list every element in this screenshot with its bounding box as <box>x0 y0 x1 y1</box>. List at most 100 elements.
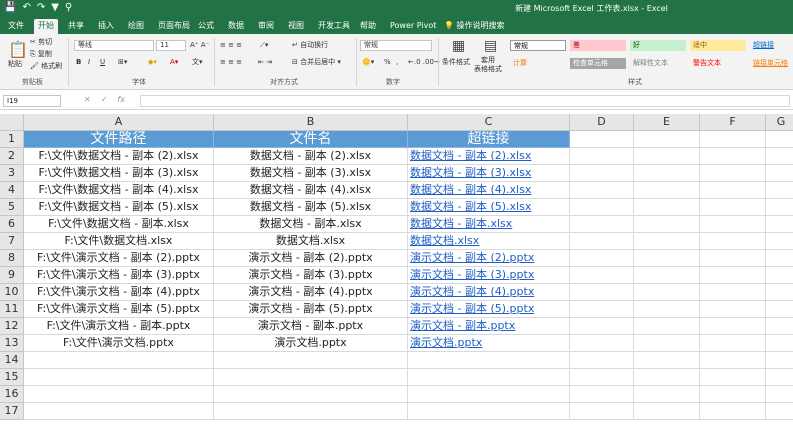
tab-power-pivot[interactable]: Power Pivot <box>386 19 440 34</box>
italic-button[interactable]: I <box>88 58 90 67</box>
percent-button[interactable]: % <box>384 58 391 67</box>
empty-cell[interactable] <box>766 216 793 233</box>
empty-cell[interactable] <box>634 165 700 182</box>
row-header-1[interactable]: 1 <box>0 131 24 148</box>
row-header-3[interactable]: 3 <box>0 165 24 182</box>
tab-formulas[interactable]: 公式 <box>194 19 218 34</box>
enter-icon[interactable]: ✓ <box>101 95 108 104</box>
filename-cell[interactable]: 数据文档 - 副本 (4).xlsx <box>214 182 408 199</box>
column-header-g[interactable]: G <box>766 114 793 131</box>
path-cell[interactable]: F:\文件\数据文档 - 副本 (5).xlsx <box>24 199 214 216</box>
row-header-12[interactable]: 12 <box>0 318 24 335</box>
cell-style-6[interactable]: 检查单元格 <box>570 58 626 69</box>
header-cell[interactable]: 文件名 <box>214 131 408 148</box>
empty-cell[interactable] <box>570 318 634 335</box>
filename-cell[interactable]: 演示文档 - 副本.pptx <box>214 318 408 335</box>
merge-center-button[interactable]: ⊟ 合并后居中 ▾ <box>292 58 341 67</box>
empty-cell[interactable] <box>634 369 700 386</box>
empty-cell[interactable] <box>700 301 766 318</box>
number-format-select[interactable]: 常规 <box>360 40 432 51</box>
fill-color-icon[interactable]: ◆▾ <box>148 58 157 67</box>
filename-cell[interactable]: 演示文档 - 副本 (2).pptx <box>214 250 408 267</box>
empty-cell[interactable] <box>766 165 793 182</box>
tab-help[interactable]: 帮助 <box>356 19 380 34</box>
empty-cell[interactable] <box>570 267 634 284</box>
tab-developer[interactable]: 开发工具 <box>314 19 354 34</box>
filename-cell[interactable]: 演示文档.pptx <box>214 335 408 352</box>
empty-cell[interactable] <box>766 250 793 267</box>
column-header-a[interactable]: A <box>24 114 214 131</box>
empty-cell[interactable] <box>634 199 700 216</box>
column-header-f[interactable]: F <box>700 114 766 131</box>
empty-cell[interactable] <box>570 403 634 420</box>
row-header-14[interactable]: 14 <box>0 352 24 369</box>
path-cell[interactable]: F:\文件\数据文档 - 副本 (3).xlsx <box>24 165 214 182</box>
header-cell[interactable]: 文件路径 <box>24 131 214 148</box>
currency-icon[interactable]: 🪙▾ <box>362 58 374 67</box>
empty-cell[interactable] <box>570 386 634 403</box>
column-header-b[interactable]: B <box>214 114 408 131</box>
path-cell[interactable]: F:\文件\演示文档 - 副本 (4).pptx <box>24 284 214 301</box>
cell-style-3[interactable]: 适中 <box>690 40 746 51</box>
row-header-8[interactable]: 8 <box>0 250 24 267</box>
empty-cell[interactable] <box>766 386 793 403</box>
empty-cell[interactable] <box>766 352 793 369</box>
row-header-11[interactable]: 11 <box>0 301 24 318</box>
cell-style-0[interactable]: 常规 <box>510 40 566 51</box>
tab-page-layout[interactable]: 页面布局 <box>154 19 194 34</box>
empty-cell[interactable] <box>570 352 634 369</box>
empty-cell[interactable] <box>570 165 634 182</box>
select-all-corner[interactable] <box>0 114 24 131</box>
empty-cell[interactable] <box>408 369 570 386</box>
font-name-select[interactable]: 等线 <box>74 40 154 51</box>
empty-cell[interactable] <box>24 369 214 386</box>
path-cell[interactable]: F:\文件\演示文档 - 副本 (5).pptx <box>24 301 214 318</box>
empty-cell[interactable] <box>700 182 766 199</box>
fx-icon[interactable]: fx <box>117 95 125 104</box>
paste-icon[interactable]: 📋 <box>8 40 28 59</box>
tab-draw[interactable]: 绘图 <box>124 19 148 34</box>
row-header-17[interactable]: 17 <box>0 403 24 420</box>
row-header-10[interactable]: 10 <box>0 284 24 301</box>
filename-cell[interactable]: 演示文档 - 副本 (5).pptx <box>214 301 408 318</box>
wrap-text-button[interactable]: ↵ 自动换行 <box>292 41 328 50</box>
empty-cell[interactable] <box>570 216 634 233</box>
name-box[interactable]: I19 <box>3 95 61 107</box>
empty-cell[interactable] <box>408 403 570 420</box>
filename-cell[interactable]: 数据文档 - 副本 (5).xlsx <box>214 199 408 216</box>
empty-cell[interactable] <box>570 369 634 386</box>
tab-data[interactable]: 数据 <box>224 19 248 34</box>
empty-cell[interactable] <box>634 386 700 403</box>
empty-cell[interactable] <box>634 182 700 199</box>
empty-cell[interactable] <box>634 216 700 233</box>
empty-cell[interactable] <box>766 301 793 318</box>
path-cell[interactable]: F:\文件\数据文档 - 副本.xlsx <box>24 216 214 233</box>
row-header-6[interactable]: 6 <box>0 216 24 233</box>
tab-share[interactable]: 共享 <box>64 19 88 34</box>
empty-cell[interactable] <box>634 131 700 148</box>
empty-cell[interactable] <box>700 352 766 369</box>
empty-cell[interactable] <box>766 369 793 386</box>
tab-review[interactable]: 审阅 <box>254 19 278 34</box>
hyperlink-cell[interactable]: 数据文档.xlsx <box>408 233 570 250</box>
empty-cell[interactable] <box>24 403 214 420</box>
decimal-icon[interactable]: ←.0 .00→ <box>408 58 440 67</box>
font-color-icon[interactable]: A▾ <box>170 58 178 67</box>
empty-cell[interactable] <box>214 352 408 369</box>
tab-file[interactable]: 文件 <box>4 19 28 34</box>
tab-view[interactable]: 视图 <box>284 19 308 34</box>
formula-input[interactable] <box>140 95 790 107</box>
border-icon[interactable]: ⊞▾ <box>118 58 127 67</box>
cell-style-2[interactable]: 好 <box>630 40 686 51</box>
hyperlink-cell[interactable]: 数据文档 - 副本 (2).xlsx <box>408 148 570 165</box>
empty-cell[interactable] <box>634 335 700 352</box>
comma-button[interactable]: , <box>396 58 398 67</box>
cell-style-9[interactable]: 链接单元格 <box>750 58 790 69</box>
hyperlink-cell[interactable]: 数据文档 - 副本.xlsx <box>408 216 570 233</box>
indent-icon[interactable]: ⇤ ⇥ <box>258 58 272 67</box>
filename-cell[interactable]: 数据文档.xlsx <box>214 233 408 250</box>
empty-cell[interactable] <box>214 403 408 420</box>
empty-cell[interactable] <box>634 301 700 318</box>
empty-cell[interactable] <box>700 199 766 216</box>
underline-button[interactable]: U <box>100 58 105 67</box>
